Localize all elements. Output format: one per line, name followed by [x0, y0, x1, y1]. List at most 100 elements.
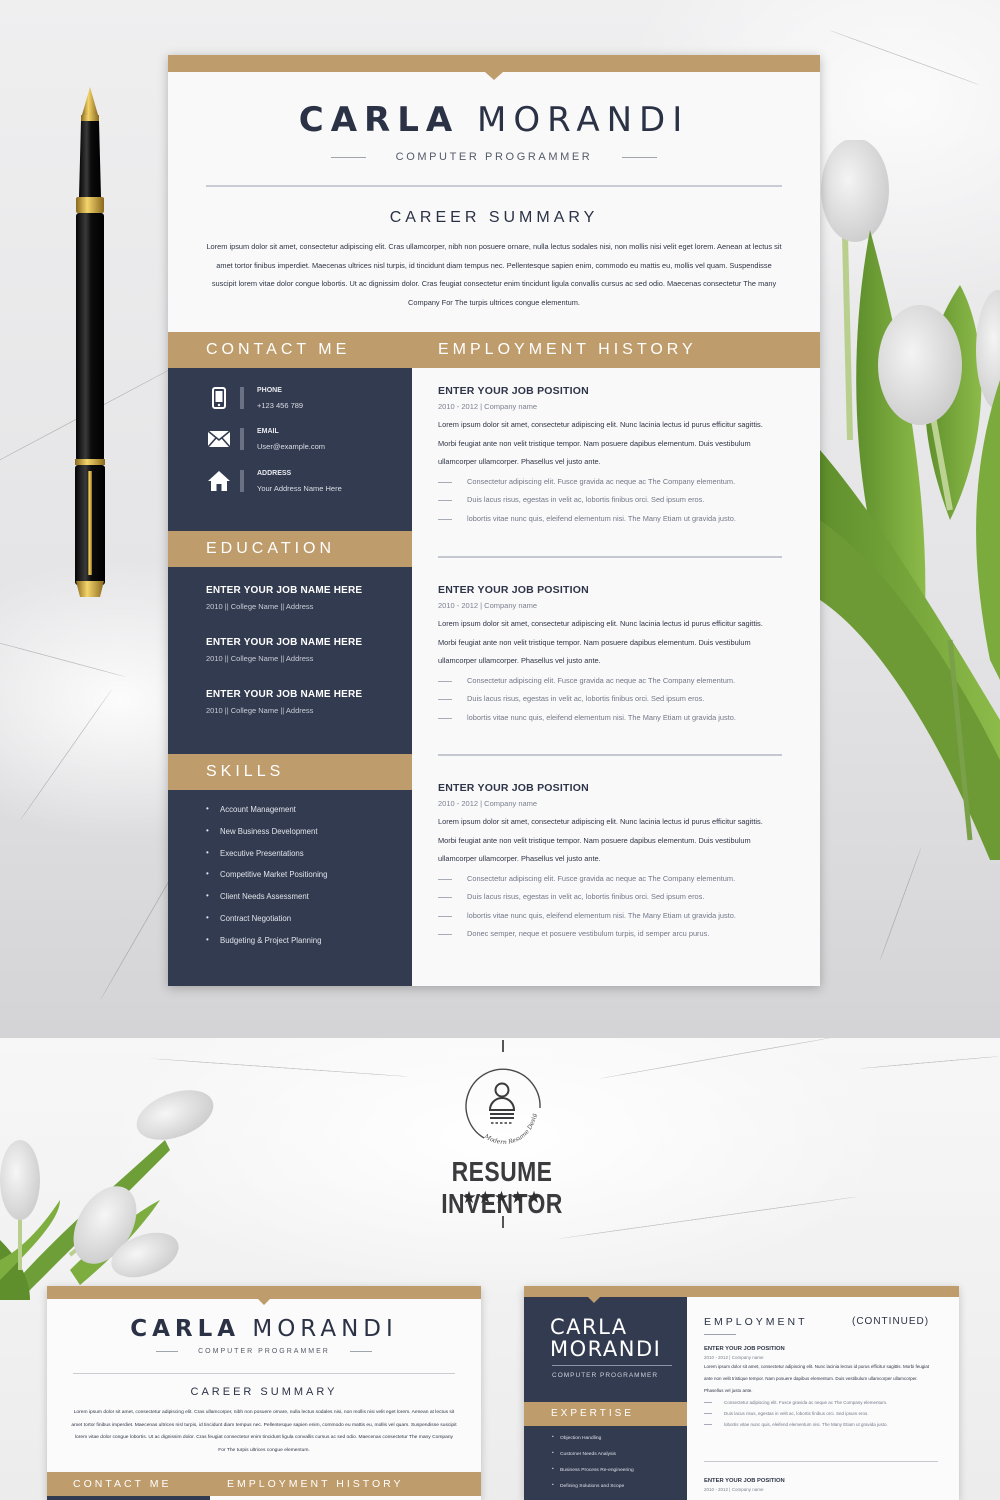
job-bullets: Consectetur adipiscing elit. Fusce gravi…	[438, 870, 782, 944]
email-value[interactable]: User@example.com	[257, 442, 325, 451]
fountain-pen-image	[75, 87, 105, 597]
employment-section: ENTER YOUR JOB POSITION 2010 - 2012 | Co…	[412, 368, 820, 986]
career-summary-heading: CAREER SUMMARY	[389, 209, 599, 226]
resume-name: CARLA MORANDI	[168, 100, 820, 140]
logo-line-top	[502, 1040, 504, 1052]
job-bullet: lobortis vitae nunc quis, eleifend eleme…	[438, 907, 782, 926]
education-details: 2010 || College Name || Address	[206, 602, 314, 611]
divider	[622, 156, 658, 158]
job-bullet: Consectetur adipiscing elit. Fusce gravi…	[438, 672, 782, 691]
resume-page: CARLA MORANDI COMPUTER PROGRAMMER CAREER…	[168, 55, 820, 986]
logo-tagline: Modern Resume Design	[462, 1068, 538, 1146]
last-name: MORANDI	[550, 1337, 662, 1361]
job-description: Lorem ipsum dolor sit amet, consectetur …	[438, 420, 763, 466]
job-entry: ENTER YOUR JOB POSITION 2010 - 2012 | Co…	[438, 782, 782, 944]
header-divider	[206, 185, 782, 187]
job-bullet: lobortis vitae nunc quis, eleifend eleme…	[438, 510, 782, 529]
top-gold-band	[47, 1286, 481, 1299]
phone-value[interactable]: +123 456 789	[257, 401, 303, 410]
contact-address: ADDRESS Your Address Name Here	[206, 468, 406, 498]
job-position: ENTER YOUR JOB POSITION	[438, 782, 589, 794]
job-meta: 2010 - 2012 | Company name	[704, 1355, 764, 1360]
contact-label: ADDRESS	[257, 470, 292, 477]
job-meta: 2010 - 2012 | Company name	[438, 601, 538, 610]
skill-item: Competitive Market Positioning	[206, 869, 406, 892]
expertise-list: Objection Handling Customer Needs Analys…	[552, 1435, 634, 1500]
skills-heading: SKILLS	[206, 763, 285, 780]
svg-text:Modern Resume Design: Modern Resume Design	[462, 1068, 538, 1146]
job-title: COMPUTER PROGRAMMER	[395, 151, 593, 163]
job-description: Lorem ipsum dolor sit amet, consectetur …	[704, 1364, 930, 1393]
job-bullet: Duis lacus risus, egestas in velit ac, l…	[438, 690, 782, 709]
education-item: ENTER YOUR JOB NAME HERE 2010 || College…	[206, 585, 406, 611]
skills-band: SKILLS	[168, 754, 412, 790]
job-bullets: Consectetur adipiscing elit. Fusce gravi…	[438, 672, 782, 728]
last-name: MORANDI	[477, 100, 690, 140]
top-gold-band	[168, 55, 820, 72]
skill-item: New Business Development	[206, 826, 406, 849]
divider	[349, 1351, 372, 1352]
last-name: MORANDI	[252, 1316, 398, 1342]
job-bullet: Duis lacus risus, egestas in velit ac, l…	[704, 1408, 938, 1419]
left-sidebar	[47, 1496, 210, 1500]
education-title: ENTER YOUR JOB NAME HERE	[206, 689, 363, 700]
expertise-band: EXPERTISE	[524, 1402, 687, 1426]
job-bullet: Donec semper, neque et posuere vestibulu…	[438, 925, 782, 944]
employment-heading: EMPLOYMENT HISTORY	[227, 1478, 404, 1490]
star-rating: ★★★★★	[461, 1188, 543, 1207]
skills-list: Account Management New Business Developm…	[206, 804, 406, 958]
job-entry: ENTER YOUR JOB POSITION 2010 - 2012 | Co…	[438, 584, 782, 727]
top-notch	[258, 1299, 270, 1305]
section-band: CONTACT ME EMPLOYMENT HISTORY	[47, 1472, 481, 1496]
job-position: ENTER YOUR JOB POSITION	[704, 1346, 785, 1352]
resume-preview-page-2: CARLA MORANDI COMPUTER PROGRAMMER EXPERT…	[524, 1286, 959, 1500]
job-entry: ENTER YOUR JOB POSITION 2010 - 2012 | Co…	[438, 385, 782, 528]
contact-email: EMAIL User@example.com	[206, 426, 406, 456]
skill-item: Budgeting & Project Planning	[206, 935, 406, 958]
job-title: COMPUTER PROGRAMMER	[552, 1372, 659, 1379]
top-notch	[588, 1297, 600, 1303]
top-notch	[485, 72, 503, 80]
mail-icon	[206, 426, 232, 452]
section-band: CONTACT ME EMPLOYMENT HISTORY	[168, 332, 820, 368]
phone-icon	[206, 385, 232, 411]
first-name: CARLA	[130, 1316, 241, 1342]
job-bullet: lobortis vitae nunc quis, eleifend eleme…	[438, 709, 782, 728]
top-gold-band	[524, 1286, 959, 1297]
job-title: COMPUTER PROGRAMMER	[198, 1348, 330, 1355]
job-bullet: Consectetur adipiscing elit. Fusce gravi…	[704, 1397, 938, 1408]
job-entry: ENTER YOUR JOB POSITION 2010 - 2012 | Co…	[704, 1478, 938, 1492]
divider	[330, 156, 366, 158]
job-divider	[438, 556, 782, 558]
skill-item: Account Management	[206, 804, 406, 827]
career-summary-text: Lorem ipsum dolor sit amet, consectetur …	[71, 1410, 457, 1453]
first-name: CARLA	[550, 1315, 628, 1339]
first-name: CARLA	[298, 100, 460, 140]
expertise-heading: EXPERTISE	[551, 1408, 634, 1419]
contact-label: EMAIL	[257, 428, 279, 435]
expertise-item: Objection Handling	[552, 1435, 634, 1452]
skill-item: Contract Negotiation	[206, 913, 406, 936]
address-value: Your Address Name Here	[257, 484, 342, 493]
separator	[240, 387, 244, 409]
expertise-item: Customer Needs Analysis	[552, 1451, 634, 1468]
separator	[240, 470, 244, 492]
job-position: ENTER YOUR JOB POSITION	[438, 584, 589, 596]
resume-inventor-logo-icon: Modern Resume Design	[462, 1068, 541, 1146]
job-bullets: Consectetur adipiscing elit. Fusce gravi…	[704, 1397, 938, 1430]
resume-preview-page-1: CARLA MORANDI COMPUTER PROGRAMMER CAREER…	[47, 1286, 481, 1500]
job-meta: 2010 - 2012 | Company name	[438, 402, 538, 411]
job-position: ENTER YOUR JOB POSITION	[438, 385, 589, 397]
job-description: Lorem ipsum dolor sit amet, consectetur …	[438, 619, 763, 665]
separator	[240, 428, 244, 450]
education-item: ENTER YOUR JOB NAME HERE 2010 || College…	[206, 637, 406, 663]
contact-label: PHONE	[257, 387, 282, 394]
job-bullets: Consectetur adipiscing elit. Fusce gravi…	[438, 473, 782, 529]
home-icon	[206, 468, 232, 494]
skill-item: Client Needs Assessment	[206, 891, 406, 914]
header-divider	[73, 1373, 455, 1374]
job-bullet: Duis lacus risus, egestas in velit ac, l…	[438, 888, 782, 907]
skill-item: Executive Presentations	[206, 848, 406, 871]
heading-underline	[704, 1334, 736, 1335]
tulips-image	[820, 140, 1000, 860]
